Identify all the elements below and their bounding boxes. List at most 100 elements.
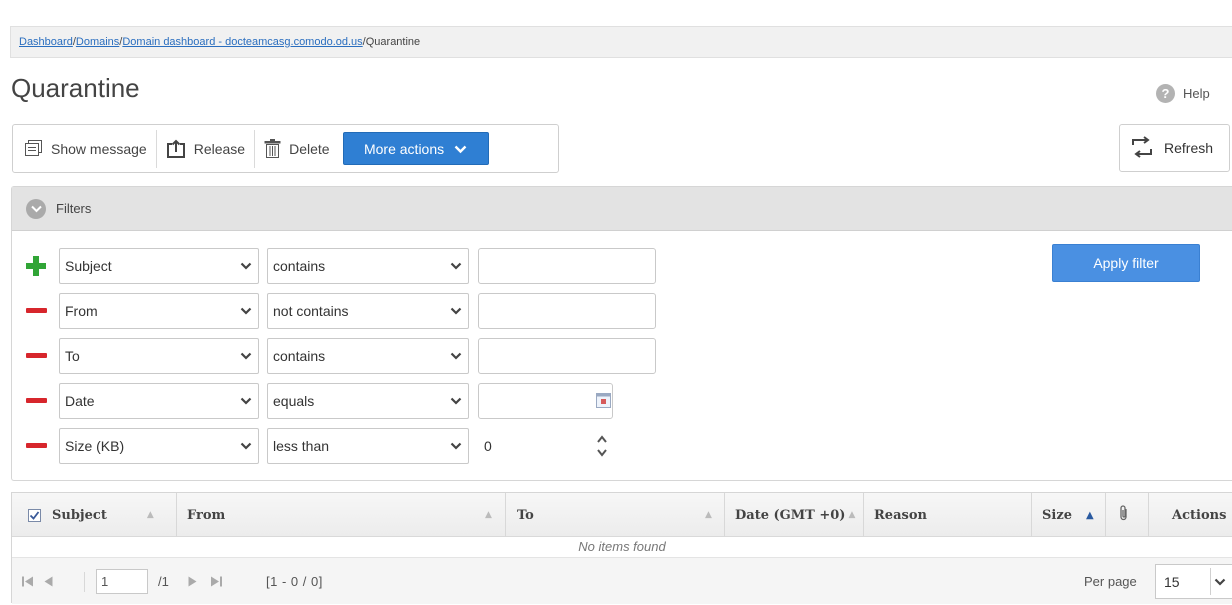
breadcrumb: Dashboard / Domains / Domain dashboard -… xyxy=(10,26,1232,58)
more-actions-label: More actions xyxy=(363,140,445,157)
filter-row: To contains xyxy=(12,338,672,374)
chevron-down-icon xyxy=(240,397,252,405)
column-label: To xyxy=(517,507,534,523)
filter-field-select[interactable]: Subject xyxy=(59,248,259,284)
column-header-subject[interactable]: Subject ▲ xyxy=(52,493,154,537)
chevron-down-icon xyxy=(1214,578,1226,586)
filter-field-select[interactable]: From xyxy=(59,293,259,329)
help-link[interactable]: ? Help xyxy=(1156,84,1210,103)
column-header-size[interactable]: Size ▲ xyxy=(1042,493,1094,537)
chevron-down-icon xyxy=(450,307,462,315)
chevron-down-icon xyxy=(240,352,252,360)
filter-operator-select[interactable]: not contains xyxy=(267,293,469,329)
column-label: From xyxy=(187,507,226,523)
column-divider xyxy=(176,493,177,537)
filter-row: From not contains xyxy=(12,293,672,329)
filter-field-select[interactable]: Size (KB) xyxy=(59,428,259,464)
sort-arrow-icon: ▲ xyxy=(146,510,154,520)
filter-operator-select[interactable]: equals xyxy=(267,383,469,419)
date-input[interactable] xyxy=(478,383,613,419)
breadcrumb-current: Quarantine xyxy=(365,36,421,48)
filter-field-select[interactable]: To xyxy=(59,338,259,374)
breadcrumb-link-dashboard[interactable]: Dashboard xyxy=(19,36,73,48)
filter-value-input[interactable] xyxy=(478,293,656,329)
filter-operator-select[interactable]: contains xyxy=(267,338,469,374)
filter-value-input[interactable] xyxy=(478,248,656,284)
chevron-down-icon xyxy=(450,442,462,450)
filter-value-input[interactable] xyxy=(478,338,656,374)
column-header-from[interactable]: From xyxy=(187,493,225,537)
refresh-button[interactable]: Refresh xyxy=(1119,124,1230,172)
pagination-bar: 1 /1 [1 - 0 / 0] Per page 15 xyxy=(12,557,1232,604)
column-label: Date (GMT +0) xyxy=(735,507,846,523)
remove-filter-icon[interactable] xyxy=(25,300,47,322)
column-divider xyxy=(863,493,864,537)
last-page-icon[interactable] xyxy=(210,558,222,605)
size-stepper-input[interactable]: 0 xyxy=(478,428,613,464)
filter-field-value: Subject xyxy=(65,258,112,274)
page-range-text: [1 - 0 / 0] xyxy=(266,574,323,589)
filter-field-value: Size (KB) xyxy=(65,438,125,454)
column-label: Subject xyxy=(52,507,107,523)
column-divider xyxy=(724,493,725,537)
release-button[interactable]: Release xyxy=(157,130,254,168)
add-filter-icon[interactable] xyxy=(25,255,47,277)
stepper-arrows-icon[interactable] xyxy=(596,432,608,463)
filter-field-select[interactable]: Date xyxy=(59,383,259,419)
column-header-to[interactable]: To xyxy=(517,493,534,537)
filter-row: Date equals xyxy=(12,383,672,419)
column-divider xyxy=(1031,493,1032,537)
page-number-input[interactable]: 1 xyxy=(96,569,148,594)
chevron-down-icon xyxy=(450,352,462,360)
remove-filter-icon[interactable] xyxy=(25,345,47,367)
page-title: Quarantine xyxy=(11,73,140,103)
filter-field-value: To xyxy=(65,348,80,364)
filter-operator-value: less than xyxy=(273,438,330,454)
breadcrumb-link-domains[interactable]: Domains xyxy=(76,36,119,48)
show-message-button[interactable]: Show message xyxy=(16,130,156,168)
remove-filter-icon[interactable] xyxy=(25,435,47,457)
delete-button[interactable]: Delete xyxy=(255,130,338,168)
trash-icon xyxy=(264,139,281,158)
release-icon xyxy=(166,139,186,158)
filter-operator-value: equals xyxy=(273,393,315,409)
filter-operator-value: contains xyxy=(273,348,326,364)
filter-field-value: From xyxy=(65,303,98,319)
sort-arrow-icon: ▲ xyxy=(848,510,856,520)
more-actions-button[interactable]: More actions xyxy=(342,132,489,165)
column-divider xyxy=(505,493,506,537)
first-page-icon[interactable] xyxy=(22,558,34,605)
previous-page-icon[interactable] xyxy=(44,558,53,605)
message-icon xyxy=(25,140,43,157)
remove-filter-icon[interactable] xyxy=(25,390,47,412)
quarantine-grid: Subject ▲ From ▲ To ▲ Date (GMT +0) ▲ Re… xyxy=(11,492,1232,604)
per-page-select[interactable]: 15 xyxy=(1155,564,1232,599)
column-divider xyxy=(1148,493,1149,537)
next-page-icon[interactable] xyxy=(188,558,197,605)
sort-ascending-icon: ▲ xyxy=(1085,509,1094,521)
attachment-column-header[interactable] xyxy=(1119,493,1129,537)
filter-row: Subject contains xyxy=(12,248,672,284)
pager-divider xyxy=(84,572,85,592)
filters-header[interactable]: Filters xyxy=(12,187,1232,231)
filter-operator-select[interactable]: contains xyxy=(267,248,469,284)
calendar-icon[interactable] xyxy=(596,393,611,411)
column-divider xyxy=(1105,493,1106,537)
column-header-reason[interactable]: Reason xyxy=(874,493,927,537)
chevron-down-icon xyxy=(240,307,252,315)
select-all-checkbox[interactable] xyxy=(28,493,41,537)
per-page-label: Per page xyxy=(1084,574,1137,589)
action-toolbar: Show message Release Delete More actions xyxy=(12,124,559,173)
column-header-date[interactable]: Date (GMT +0) ▲ xyxy=(735,493,855,537)
select-divider xyxy=(1210,568,1211,595)
help-label: Help xyxy=(1183,86,1210,101)
empty-state-text: No items found xyxy=(578,539,666,554)
collapse-chevron-icon[interactable] xyxy=(26,198,46,219)
filter-operator-value: not contains xyxy=(273,303,349,319)
breadcrumb-link-domain-dashboard[interactable]: Domain dashboard - docteamcasg.comodo.od… xyxy=(122,36,362,48)
apply-filter-button[interactable]: Apply filter xyxy=(1052,244,1200,282)
filter-field-value: Date xyxy=(65,393,95,409)
filter-operator-select[interactable]: less than xyxy=(267,428,469,464)
sort-arrow-icon: ▲ xyxy=(705,510,712,520)
sort-arrow-icon: ▲ xyxy=(485,510,492,520)
